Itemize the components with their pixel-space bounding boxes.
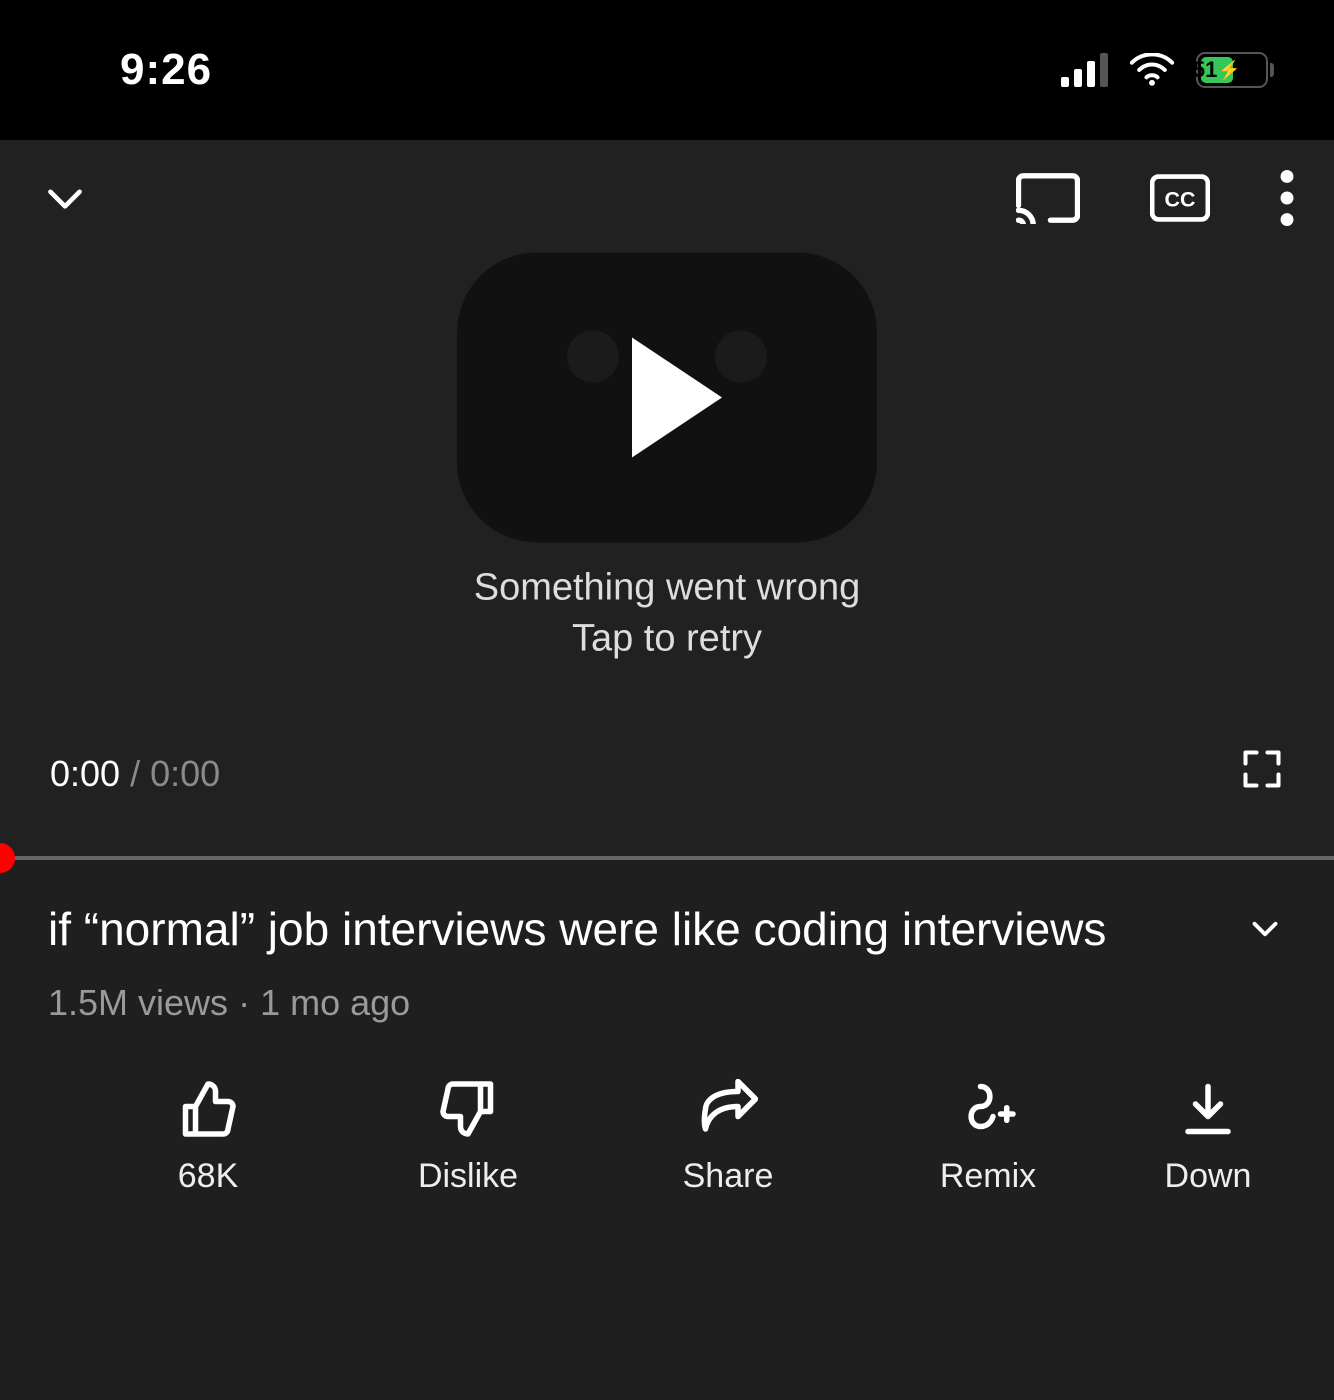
cellular-icon xyxy=(1061,53,1108,87)
status-time: 9:26 xyxy=(120,45,212,95)
status-indicators: 51⚡ xyxy=(1061,52,1274,88)
battery-icon: 51⚡ xyxy=(1196,52,1274,88)
download-label: Down xyxy=(1165,1157,1252,1196)
error-message-line2: Tap to retry xyxy=(457,614,877,665)
captions-icon[interactable]: CC xyxy=(1150,174,1210,227)
battery-percent: 51 xyxy=(1193,57,1217,83)
thumbs-up-icon xyxy=(178,1079,238,1139)
expand-description-button[interactable] xyxy=(1244,898,1286,955)
video-player[interactable]: CC Something went wrong Tap to retry 0:0… xyxy=(0,140,1334,860)
thumbs-down-icon xyxy=(438,1079,498,1139)
status-bar: 9:26 51⚡ xyxy=(0,0,1334,140)
playback-time: 0:00 / 0:00 xyxy=(50,753,220,795)
like-button[interactable]: 68K xyxy=(78,1079,338,1196)
more-icon[interactable] xyxy=(1280,170,1294,231)
dislike-label: Dislike xyxy=(418,1157,518,1196)
player-error[interactable]: Something went wrong Tap to retry xyxy=(457,252,877,665)
download-icon xyxy=(1178,1079,1238,1139)
wifi-icon xyxy=(1130,53,1174,87)
download-button[interactable]: Down xyxy=(1118,1079,1298,1196)
remix-icon xyxy=(958,1079,1018,1139)
play-icon xyxy=(632,337,722,457)
share-label: Share xyxy=(683,1157,774,1196)
collapse-button[interactable] xyxy=(40,173,90,228)
play-button[interactable] xyxy=(457,252,877,542)
progress-bar[interactable] xyxy=(0,856,1334,860)
share-icon xyxy=(698,1079,758,1139)
dislike-button[interactable]: Dislike xyxy=(338,1079,598,1196)
error-message-line1: Something went wrong xyxy=(457,562,877,613)
action-bar: 68K Dislike Share Remix Down xyxy=(48,1079,1286,1196)
remix-label: Remix xyxy=(940,1157,1036,1196)
svg-text:CC: CC xyxy=(1165,188,1196,212)
fullscreen-button[interactable] xyxy=(1240,747,1284,800)
video-title[interactable]: if “normal” job interviews were like cod… xyxy=(48,898,1214,960)
video-stats: 1.5M views · 1 mo ago xyxy=(48,982,1286,1024)
cast-icon[interactable] xyxy=(1016,172,1080,229)
share-button[interactable]: Share xyxy=(598,1079,858,1196)
remix-button[interactable]: Remix xyxy=(858,1079,1118,1196)
like-count: 68K xyxy=(178,1157,239,1196)
